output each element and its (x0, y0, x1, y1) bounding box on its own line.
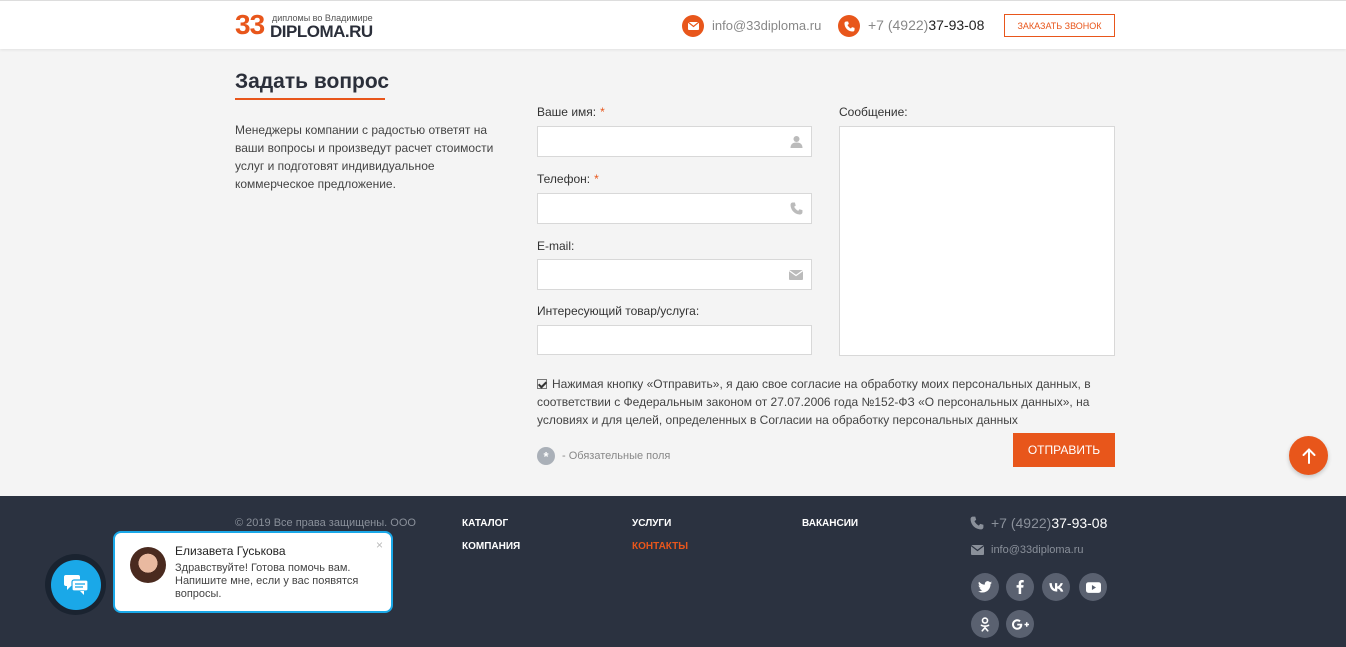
envelope-icon (682, 15, 704, 37)
twitter-icon[interactable] (971, 573, 999, 601)
facebook-icon[interactable] (1006, 573, 1034, 601)
chat-icon (63, 574, 88, 595)
consent-block: Нажимая кнопку «Отправить», я даю свое с… (537, 375, 1097, 429)
footer-nav-catalog[interactable]: Каталог (462, 518, 508, 529)
copyright: © 2019 Все права защищены. ООО (235, 517, 416, 529)
chat-message: Здравствуйте! Готова помочь вам. Напишит… (175, 562, 359, 600)
chat-launcher[interactable] (45, 554, 106, 615)
consent-checkbox[interactable] (537, 379, 547, 389)
youtube-icon[interactable] (1079, 573, 1107, 601)
phone-icon (970, 516, 984, 530)
arrow-up-icon (1302, 447, 1315, 464)
submit-button[interactable]: Отправить (1013, 433, 1115, 467)
footer-email-link[interactable]: info@33diploma.ru (991, 544, 1084, 556)
required-mark: * (594, 172, 599, 186)
page-description: Менеджеры компании с радостью ответят на… (235, 123, 494, 191)
scroll-to-top-button[interactable] (1289, 436, 1328, 475)
required-fields-note: - Обязательные поля (562, 450, 671, 462)
odnoklassniki-icon[interactable] (971, 610, 999, 638)
header-phone-number: 37-93-08 (928, 17, 985, 33)
email-label: E-mail: (537, 239, 575, 253)
logo-number: 33 (235, 9, 265, 40)
product-input[interactable] (537, 325, 812, 355)
footer-phone-number: 37-93-08 (1051, 515, 1108, 531)
name-label-text: Ваше имя: (537, 105, 597, 119)
vk-icon[interactable] (1042, 573, 1070, 601)
header-phone-prefix: +7 (4922) (868, 17, 929, 33)
message-label: Сообщение: (839, 105, 908, 119)
title-underline (235, 98, 385, 100)
close-icon[interactable]: × (376, 538, 383, 552)
envelope-icon (789, 268, 803, 282)
user-icon (789, 135, 803, 149)
phone-icon (838, 15, 860, 37)
envelope-icon (971, 545, 984, 555)
chat-agent-name: Елизавета Гуськова (175, 544, 286, 558)
avatar (130, 547, 166, 583)
product-label: Интересующий товар/услуга: (537, 304, 700, 318)
consent-text: Нажимая кнопку «Отправить», я даю свое с… (537, 377, 1091, 427)
name-input[interactable] (537, 126, 812, 157)
footer-nav-vacancies[interactable]: Вакансии (802, 518, 858, 529)
site-header: 33 дипломы во Владимире DIPLOMA.RU info@… (0, 0, 1346, 49)
page-title: Задать вопрос (235, 70, 390, 93)
google-plus-icon[interactable] (1006, 610, 1034, 638)
footer-nav-contacts[interactable]: Контакты (632, 541, 688, 552)
email-input[interactable] (537, 259, 812, 290)
required-mark: * (600, 105, 605, 119)
chat-button[interactable] (50, 559, 101, 610)
phone-input[interactable] (537, 193, 812, 224)
phone-icon (789, 202, 803, 216)
logo-name: DIPLOMA.RU (270, 22, 373, 41)
header-email-link[interactable]: info@33diploma.ru (712, 18, 821, 33)
phone-label: Телефон: * (537, 172, 599, 186)
footer-phone-prefix: +7 (4922) (991, 515, 1052, 531)
header-phone-link[interactable]: +7 (4922)37-93-08 (868, 17, 984, 33)
chat-popup[interactable]: Елизавета Гуськова Здравствуйте! Готова … (113, 531, 393, 613)
order-call-button[interactable]: Заказать звонок (1004, 14, 1115, 37)
footer-phone-link[interactable]: +7 (4922)37-93-08 (991, 515, 1107, 531)
footer-nav-company[interactable]: Компания (462, 541, 520, 552)
name-label: Ваше имя: * (537, 105, 605, 119)
asterisk-icon: * (537, 447, 555, 465)
footer-nav-services[interactable]: Услуги (632, 518, 671, 529)
message-textarea[interactable] (839, 126, 1115, 356)
phone-label-text: Телефон: (537, 172, 591, 186)
